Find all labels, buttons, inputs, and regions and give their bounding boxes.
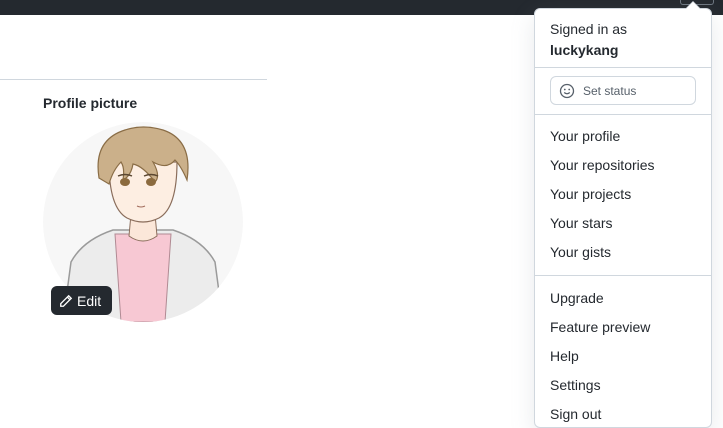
username-text: luckykang [550,42,619,58]
signed-in-header: Signed in as luckykang [550,19,627,61]
menu-divider [535,114,711,115]
section-divider [0,79,267,80]
edit-avatar-button[interactable]: Edit [51,286,112,315]
menu-divider [535,275,711,276]
pencil-icon [60,294,73,307]
signed-in-as-text: Signed in as [550,21,628,37]
menu-your-repositories[interactable]: Your repositories [550,157,655,173]
menu-your-stars[interactable]: Your stars [550,215,613,231]
user-dropdown-menu: Signed in as luckykang Set status Your p… [534,1,712,428]
menu-feature-preview[interactable]: Feature preview [550,319,650,335]
menu-divider [535,67,711,68]
menu-your-profile[interactable]: Your profile [550,128,620,144]
dropdown-caret [685,1,701,9]
menu-your-projects[interactable]: Your projects [550,186,631,202]
menu-help[interactable]: Help [550,348,579,364]
smiley-icon [559,83,575,98]
set-status-label: Set status [583,83,637,98]
profile-picture-label: Profile picture [43,95,138,111]
edit-label: Edit [77,292,102,309]
menu-upgrade[interactable]: Upgrade [550,290,604,306]
menu-sign-out[interactable]: Sign out [550,406,601,422]
menu-settings[interactable]: Settings [550,377,601,393]
set-status-button[interactable]: Set status [550,76,696,105]
menu-your-gists[interactable]: Your gists [550,244,611,260]
